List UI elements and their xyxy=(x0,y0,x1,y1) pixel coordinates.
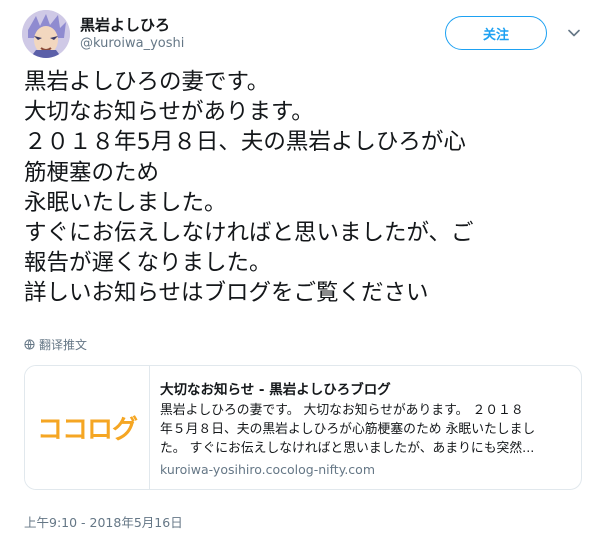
card-title: 大切なお知らせ - 黒岩よしひろブログ xyxy=(160,382,391,398)
globe-icon xyxy=(24,339,35,350)
user-display-name[interactable]: 黒岩よしひろ xyxy=(80,14,170,35)
tweet-timestamp[interactable]: 上午9:10 - 2018年5月16日 xyxy=(24,512,183,531)
tweet-line: 詳しいお知らせはブログをご覧ください xyxy=(24,280,429,307)
more-options-button[interactable] xyxy=(565,24,583,42)
tweet-line: 筋梗塞のため xyxy=(24,159,160,186)
tweet-line: 大切なお知らせがあります。 xyxy=(24,99,314,126)
avatar[interactable] xyxy=(22,10,70,58)
tweet-line: 永眠いたしました。 xyxy=(24,189,227,216)
tweet-text: 黒岩よしひろの妻です。 大切なお知らせがあります。 ２０１８年5月８日、夫の黒岩… xyxy=(24,67,589,309)
tweet-line: 報告が遅くなりました。 xyxy=(24,250,272,277)
tweet-line: 黒岩よしひろの妻です。 xyxy=(24,69,270,95)
card-thumbnail: ココログ xyxy=(25,366,150,489)
tweet-line: ２０１８年5月８日、夫の黒岩よしひろが心 xyxy=(24,129,466,156)
card-description-line: 年５月８日、夫の黒岩よしひろが心筋梗塞のため 永眠いたしまし xyxy=(160,422,536,437)
card-description-line: 黒岩よしひろの妻です。 大切なお知らせがあります。 ２０１８ xyxy=(160,403,524,418)
card-description: 黒岩よしひろの妻です。 大切なお知らせがあります。 ２０１８ 年５月８日、夫の黒… xyxy=(160,401,573,458)
translate-tweet-link[interactable]: 翻译推文 xyxy=(24,336,87,353)
chevron-down-icon xyxy=(568,29,580,37)
card-description-line: た。 すぐにお伝えしなければと思いましたが、あまりにも突然... xyxy=(160,441,535,456)
tweet-line: すぐにお伝えしなければと思いましたが、ご xyxy=(24,219,474,246)
avatar-image xyxy=(22,10,70,58)
user-handle[interactable]: @kuroiwa_yoshi xyxy=(80,36,184,51)
card-url: kuroiwa-yosihiro.cocolog-nifty.com xyxy=(160,462,375,477)
cocolog-logo: ココログ xyxy=(36,415,138,445)
follow-button[interactable]: 关注 xyxy=(445,16,547,50)
link-preview-card[interactable]: ココログ 大切なお知らせ - 黒岩よしひろブログ 黒岩よしひろの妻です。 大切な… xyxy=(24,365,582,490)
translate-label: 翻译推文 xyxy=(39,338,88,352)
